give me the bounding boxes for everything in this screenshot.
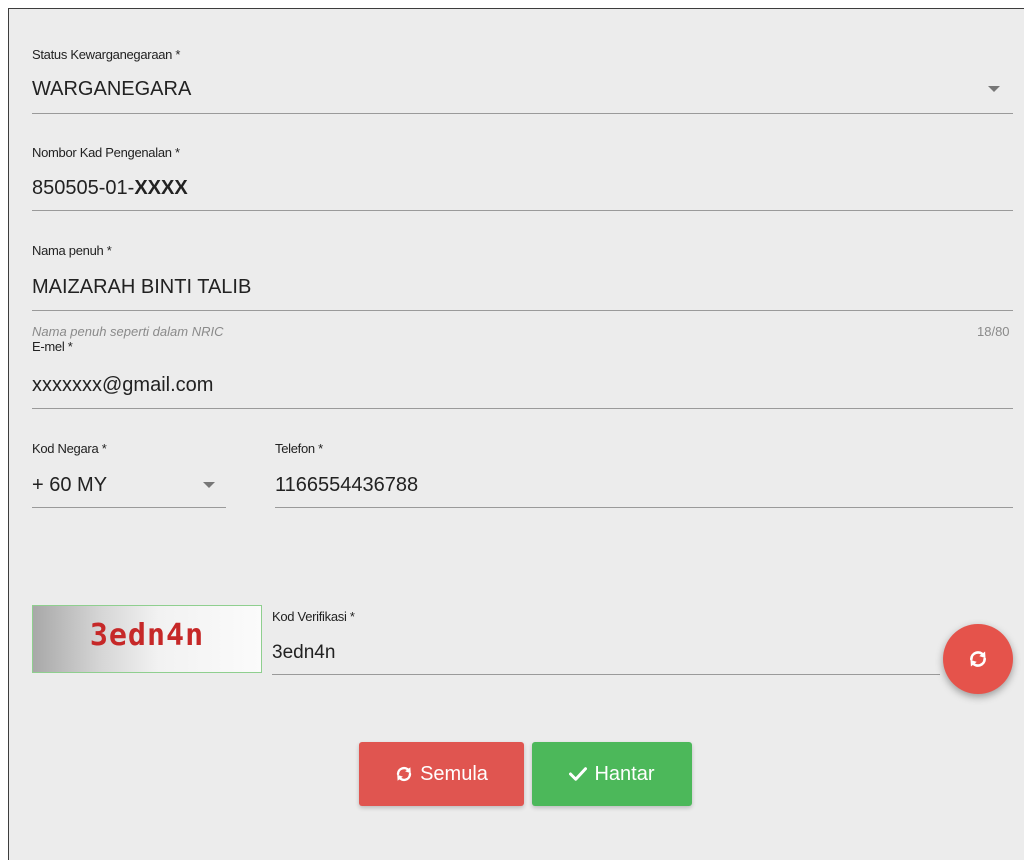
phone-label: Telefon * [275,441,323,456]
chevron-down-icon[interactable] [988,86,1000,92]
country-code-underline [32,507,226,508]
country-code-label: Kod Negara * [32,441,107,456]
reset-button[interactable]: Semula [359,742,524,806]
citizenship-underline [32,113,1013,114]
ic-number-masked: XXXX [134,177,188,199]
ic-number-underline [32,210,1013,211]
full-name-input[interactable]: MAIZARAH BINTI TALIB [32,276,251,299]
full-name-underline [32,310,1013,311]
ic-number-field[interactable]: 850505-01-XXXX [32,177,188,200]
country-code-select[interactable]: + 60 MY [32,474,107,497]
phone-input[interactable]: 1166554436788 [275,474,418,497]
captcha-image-text: 3edn4n [89,618,205,653]
email-label: E-mel * [32,339,73,354]
refresh-icon [970,651,986,667]
submit-button[interactable]: Hantar [532,742,692,806]
citizenship-select[interactable]: WARGANEGARA [32,78,191,101]
ic-number-label: Nombor Kad Pengenalan * [32,145,180,160]
chevron-down-icon[interactable] [203,482,215,488]
registration-form [8,8,1024,860]
reset-button-label: Semula [420,762,488,785]
phone-underline [275,507,1013,508]
full-name-hint: Nama penuh seperti dalam NRIC [32,324,224,339]
verification-code-label: Kod Verifikasi * [272,609,355,624]
refresh-captcha-button[interactable] [943,624,1013,694]
full-name-char-counter: 18/80 [977,324,1010,339]
check-icon [569,766,588,782]
verification-code-underline [272,674,940,675]
captcha-image: 3edn4n [32,605,262,673]
submit-button-label: Hantar [594,762,655,785]
email-underline [32,408,1013,409]
email-input[interactable]: xxxxxxx@gmail.com [32,374,213,397]
verification-code-input[interactable]: 3edn4n [272,642,335,664]
citizenship-label: Status Kewarganegaraan * [32,47,181,62]
ic-number-prefix: 850505-01- [32,177,135,199]
full-name-label: Nama penuh * [32,243,112,258]
refresh-icon [395,765,413,783]
